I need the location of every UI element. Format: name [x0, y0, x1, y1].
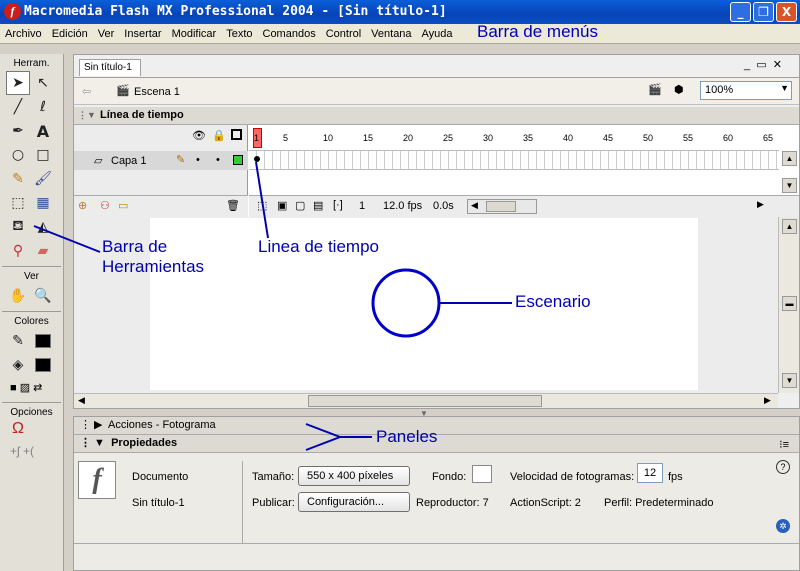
stage-annotation: Escenario — [515, 292, 591, 311]
timeline-annotation: Linea de tiempo — [258, 237, 379, 256]
toolbar-annotation: Barra de Herramientas — [102, 237, 205, 276]
panels-pointer-bracket — [305, 423, 343, 451]
toolbar-pointer-line — [33, 225, 101, 253]
panels-annotation: Paneles — [376, 427, 438, 446]
annotation-overlay — [33, 161, 512, 451]
stage-circle-shape — [371, 268, 441, 338]
timeline-pointer-line — [255, 161, 269, 239]
